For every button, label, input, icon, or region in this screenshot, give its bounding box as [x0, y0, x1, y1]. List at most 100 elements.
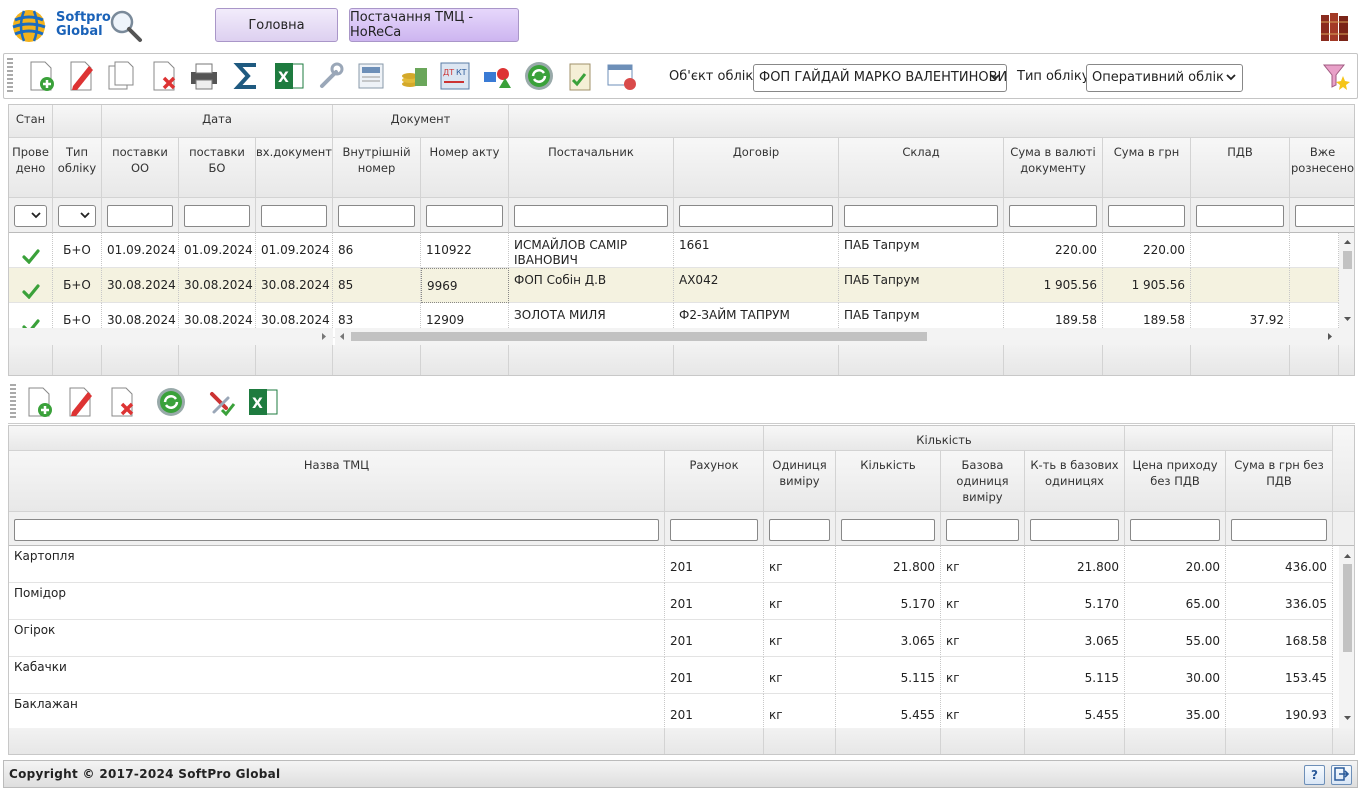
- refresh-lines-icon[interactable]: [154, 385, 188, 419]
- tools-check-icon[interactable]: [205, 385, 239, 419]
- documents-hscroll-left[interactable]: [9, 328, 333, 345]
- edit-icon[interactable]: [64, 59, 98, 93]
- sum-icon[interactable]: [230, 59, 264, 93]
- edit-line-icon[interactable]: [63, 385, 97, 419]
- add-line-icon[interactable]: [22, 385, 56, 419]
- col-header-sum-uah[interactable]: Сума в грн: [1103, 138, 1191, 198]
- documents-vscroll[interactable]: [1339, 233, 1354, 328]
- filter-act-input[interactable]: [426, 205, 503, 227]
- filter-sum-input[interactable]: [1231, 519, 1327, 541]
- cell-proved: [9, 268, 53, 303]
- excel-lines-icon[interactable]: X: [246, 385, 280, 419]
- filter-supplier-input[interactable]: [514, 205, 668, 227]
- search-icon[interactable]: [108, 8, 144, 44]
- filter-inner-input[interactable]: [338, 205, 415, 227]
- help-button[interactable]: ?: [1304, 765, 1325, 785]
- list-item[interactable]: Огірок 201 кг 3.065 кг 3.065 55.00 168.58: [9, 620, 1339, 657]
- lines-vscroll[interactable]: [1339, 546, 1354, 728]
- tab-supply-horeca[interactable]: Постачання ТМЦ - HoReCa: [349, 8, 519, 42]
- footer-cell: [333, 345, 421, 375]
- documents-hscroll[interactable]: [335, 328, 1354, 345]
- col-header-proved[interactable]: Прове дено: [9, 138, 53, 198]
- filter-type-select[interactable]: [58, 205, 96, 227]
- filter-sum-doc-input[interactable]: [1009, 205, 1097, 227]
- filter-price-input[interactable]: [1130, 519, 1220, 541]
- toolbar-grip[interactable]: [7, 58, 13, 94]
- type-select-value: Оперативний облік: [1092, 70, 1224, 85]
- excel-icon[interactable]: X: [272, 59, 306, 93]
- books-icon[interactable]: [1318, 10, 1352, 44]
- tab-home[interactable]: Головна: [215, 8, 338, 42]
- filter-distributed-input[interactable]: [1295, 205, 1354, 227]
- delete-icon[interactable]: [147, 59, 181, 93]
- list-item[interactable]: Кабачки 201 кг 5.115 кг 5.115 30.00 153.45: [9, 657, 1339, 694]
- list-item[interactable]: Баклажан 201 кг 5.455 кг 5.455 35.00 190.93: [9, 694, 1339, 731]
- col-header-inner-number[interactable]: Внутрішній номер: [333, 138, 421, 198]
- list-item[interactable]: Картопля 201 кг 21.800 кг 21.800 20.00 436.00: [9, 546, 1339, 583]
- col-header-price[interactable]: Цена приходу без ПДВ: [1125, 451, 1226, 512]
- shapes-icon[interactable]: [481, 59, 515, 93]
- cell-supplier: ФОП Собін Д.В: [509, 268, 674, 303]
- filter-sum-uah-input[interactable]: [1108, 205, 1185, 227]
- filter-base-qty-input[interactable]: [1030, 519, 1119, 541]
- col-header-qty[interactable]: Кількість: [836, 451, 941, 512]
- copy-icon[interactable]: [104, 59, 138, 93]
- filter-name-input[interactable]: [14, 519, 659, 541]
- filter-contract-input[interactable]: [679, 205, 833, 227]
- cell-base-unit: кг: [941, 583, 1025, 620]
- col-header-act-number[interactable]: Номер акту: [421, 138, 509, 198]
- cell-proved: [9, 233, 53, 268]
- filter-proved-select[interactable]: [14, 205, 47, 227]
- col-header-account[interactable]: Рахунок: [665, 451, 764, 512]
- col-header-distributed[interactable]: Вже рознесено: [1290, 138, 1354, 198]
- filter-date-in-input[interactable]: [261, 205, 327, 227]
- col-header-date-in[interactable]: вх.документу: [256, 138, 333, 198]
- col-header-store[interactable]: Склад: [839, 138, 1004, 198]
- col-header-date-oo[interactable]: поставки ОО: [102, 138, 179, 198]
- col-header-sum[interactable]: Сума в грн без ПДВ: [1226, 451, 1333, 512]
- filter-unit-input[interactable]: [769, 519, 830, 541]
- type-select[interactable]: Оперативний облік: [1086, 64, 1243, 92]
- table-row[interactable]: Б+О 30.08.2024 30.08.2024 30.08.2024 85 9969 Ф…: [9, 268, 1339, 303]
- col-header-contract[interactable]: Договір: [674, 138, 839, 198]
- cell-sum: 168.58: [1226, 620, 1333, 657]
- log-icon[interactable]: [354, 59, 388, 93]
- col-header-type[interactable]: Тип обліку: [53, 138, 102, 198]
- wrench-icon[interactable]: [313, 59, 347, 93]
- filter-store-input[interactable]: [844, 205, 998, 227]
- print-icon[interactable]: [187, 59, 221, 93]
- filter-vat-input[interactable]: [1196, 205, 1284, 227]
- toolbar-grip[interactable]: [10, 384, 16, 420]
- filter-base-unit-input[interactable]: [946, 519, 1019, 541]
- money-icon[interactable]: [397, 59, 431, 93]
- cell-date-oo: 01.09.2024: [102, 233, 179, 268]
- col-header-base-qty[interactable]: К-ть в базових одиницях: [1025, 451, 1125, 512]
- cell-base-qty: 3.065: [1025, 620, 1125, 657]
- col-header-unit[interactable]: Одиниця виміру: [764, 451, 836, 512]
- col-header-sum-doc[interactable]: Сума в валюті документу: [1004, 138, 1103, 198]
- footer-cell: [102, 345, 179, 375]
- object-select[interactable]: ФОП ГАЙДАЙ МАРКО ВАЛЕНТИНОВИЧ: [753, 64, 1007, 92]
- filter-date-oo-input[interactable]: [107, 205, 173, 227]
- delete-line-icon[interactable]: [105, 385, 139, 419]
- col-header-vat[interactable]: ПДВ: [1191, 138, 1290, 198]
- filter-account-input[interactable]: [670, 519, 758, 541]
- filter-contract: [674, 198, 839, 233]
- col-header-base-unit[interactable]: Базова одиниця виміру: [941, 451, 1025, 512]
- filter-clear-icon[interactable]: [1320, 59, 1354, 93]
- cell-qty: 3.065: [836, 620, 941, 657]
- window-icon[interactable]: [605, 59, 639, 93]
- table-row[interactable]: Б+О 01.09.2024 01.09.2024 01.09.2024 86 11092…: [9, 233, 1339, 268]
- col-header-name[interactable]: Назва ТМЦ: [9, 451, 665, 512]
- logout-button[interactable]: [1331, 765, 1352, 785]
- add-document-icon[interactable]: [24, 59, 58, 93]
- filter-vat: [1191, 198, 1290, 233]
- refresh-icon[interactable]: [522, 59, 556, 93]
- list-item[interactable]: Помідор 201 кг 5.170 кг 5.170 65.00 336.05: [9, 583, 1339, 620]
- checklist-icon[interactable]: [563, 59, 597, 93]
- col-header-date-bo[interactable]: поставки БО: [179, 138, 256, 198]
- filter-qty-input[interactable]: [841, 519, 935, 541]
- debit-credit-icon[interactable]: ДТ КТ: [438, 59, 472, 93]
- col-header-supplier[interactable]: Постачальник: [509, 138, 674, 198]
- filter-date-bo-input[interactable]: [184, 205, 250, 227]
